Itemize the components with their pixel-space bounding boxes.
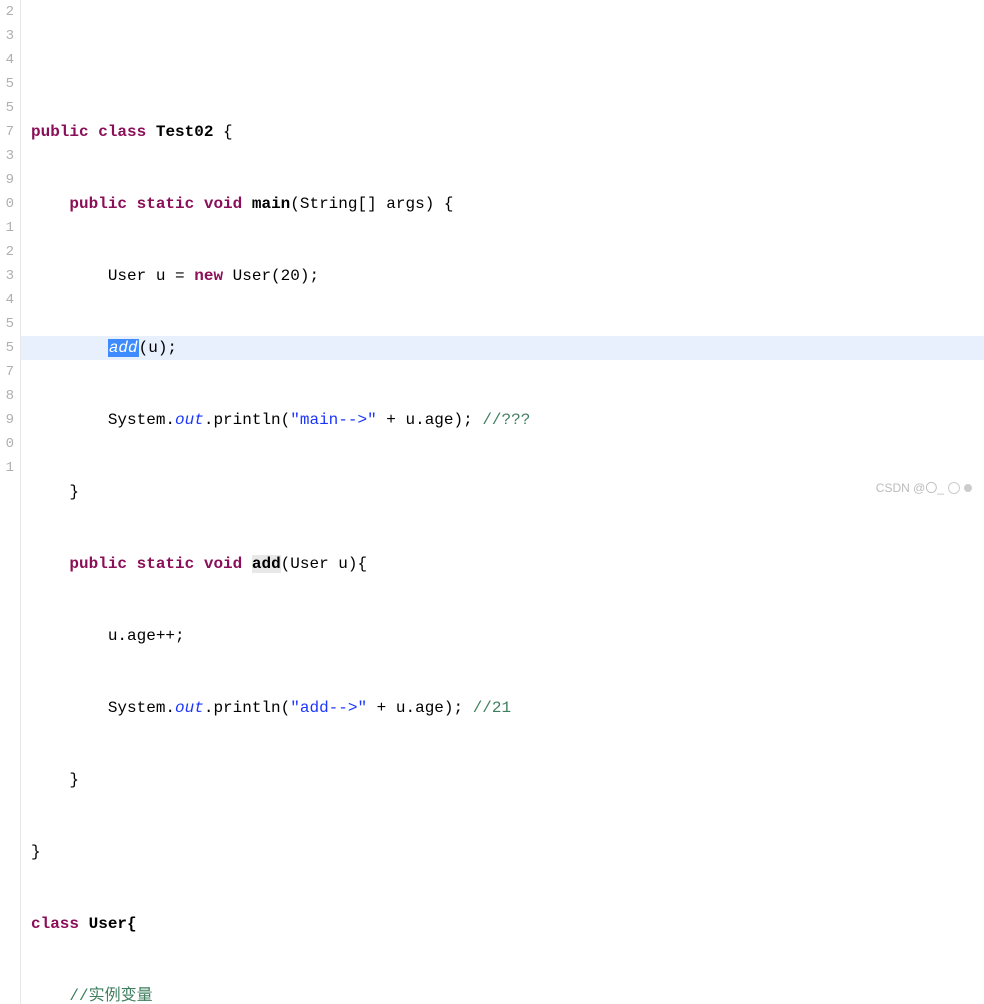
dot-icon xyxy=(964,484,972,492)
line-number: 5 xyxy=(2,336,14,360)
code-line: public static void add(User u){ xyxy=(21,552,984,576)
code-line: class User{ xyxy=(21,912,984,936)
code-line: } xyxy=(21,480,984,504)
code-line: System.out.println("add-->" + u.age); //… xyxy=(21,696,984,720)
line-number: 4 xyxy=(2,288,14,312)
code-line: } xyxy=(21,768,984,792)
line-number: 7 xyxy=(2,360,14,384)
code-line: public class Test02 { xyxy=(21,120,984,144)
line-number: 2 xyxy=(2,0,14,24)
line-number: 3 xyxy=(2,264,14,288)
code-line xyxy=(21,48,984,72)
code-line: u.age++; xyxy=(21,624,984,648)
code-line-highlighted: add(u); xyxy=(21,336,984,360)
line-number: 7 xyxy=(2,120,14,144)
code-line: public static void main(String[] args) { xyxy=(21,192,984,216)
watermark-text: CSDN @〇_ xyxy=(876,479,944,496)
selected-text: add xyxy=(108,339,139,357)
line-number: 5 xyxy=(2,96,14,120)
line-number: 8 xyxy=(2,384,14,408)
line-number: 0 xyxy=(2,192,14,216)
line-number: 9 xyxy=(2,168,14,192)
code-line: System.out.println("main-->" + u.age); /… xyxy=(21,408,984,432)
line-number: 1 xyxy=(2,456,14,480)
line-number: 5 xyxy=(2,72,14,96)
ring-icon xyxy=(948,482,960,494)
line-number: 4 xyxy=(2,48,14,72)
line-number: 9 xyxy=(2,408,14,432)
line-number: 1 xyxy=(2,216,14,240)
watermark: CSDN @〇_ xyxy=(876,479,972,496)
code-line: User u = new User(20); xyxy=(21,264,984,288)
code-line: } xyxy=(21,840,984,864)
line-number: 3 xyxy=(2,144,14,168)
line-number: 2 xyxy=(2,240,14,264)
gutter: 2 3 4 5 5 7 3 9 0 1 2 3 4 5 5 7 8 9 0 1 xyxy=(0,0,21,1004)
line-number: 3 xyxy=(2,24,14,48)
line-number: 5 xyxy=(2,312,14,336)
code-editor[interactable]: public class Test02 { public static void… xyxy=(21,0,984,1004)
code-line: //实例变量 xyxy=(21,984,984,1004)
line-number: 0 xyxy=(2,432,14,456)
